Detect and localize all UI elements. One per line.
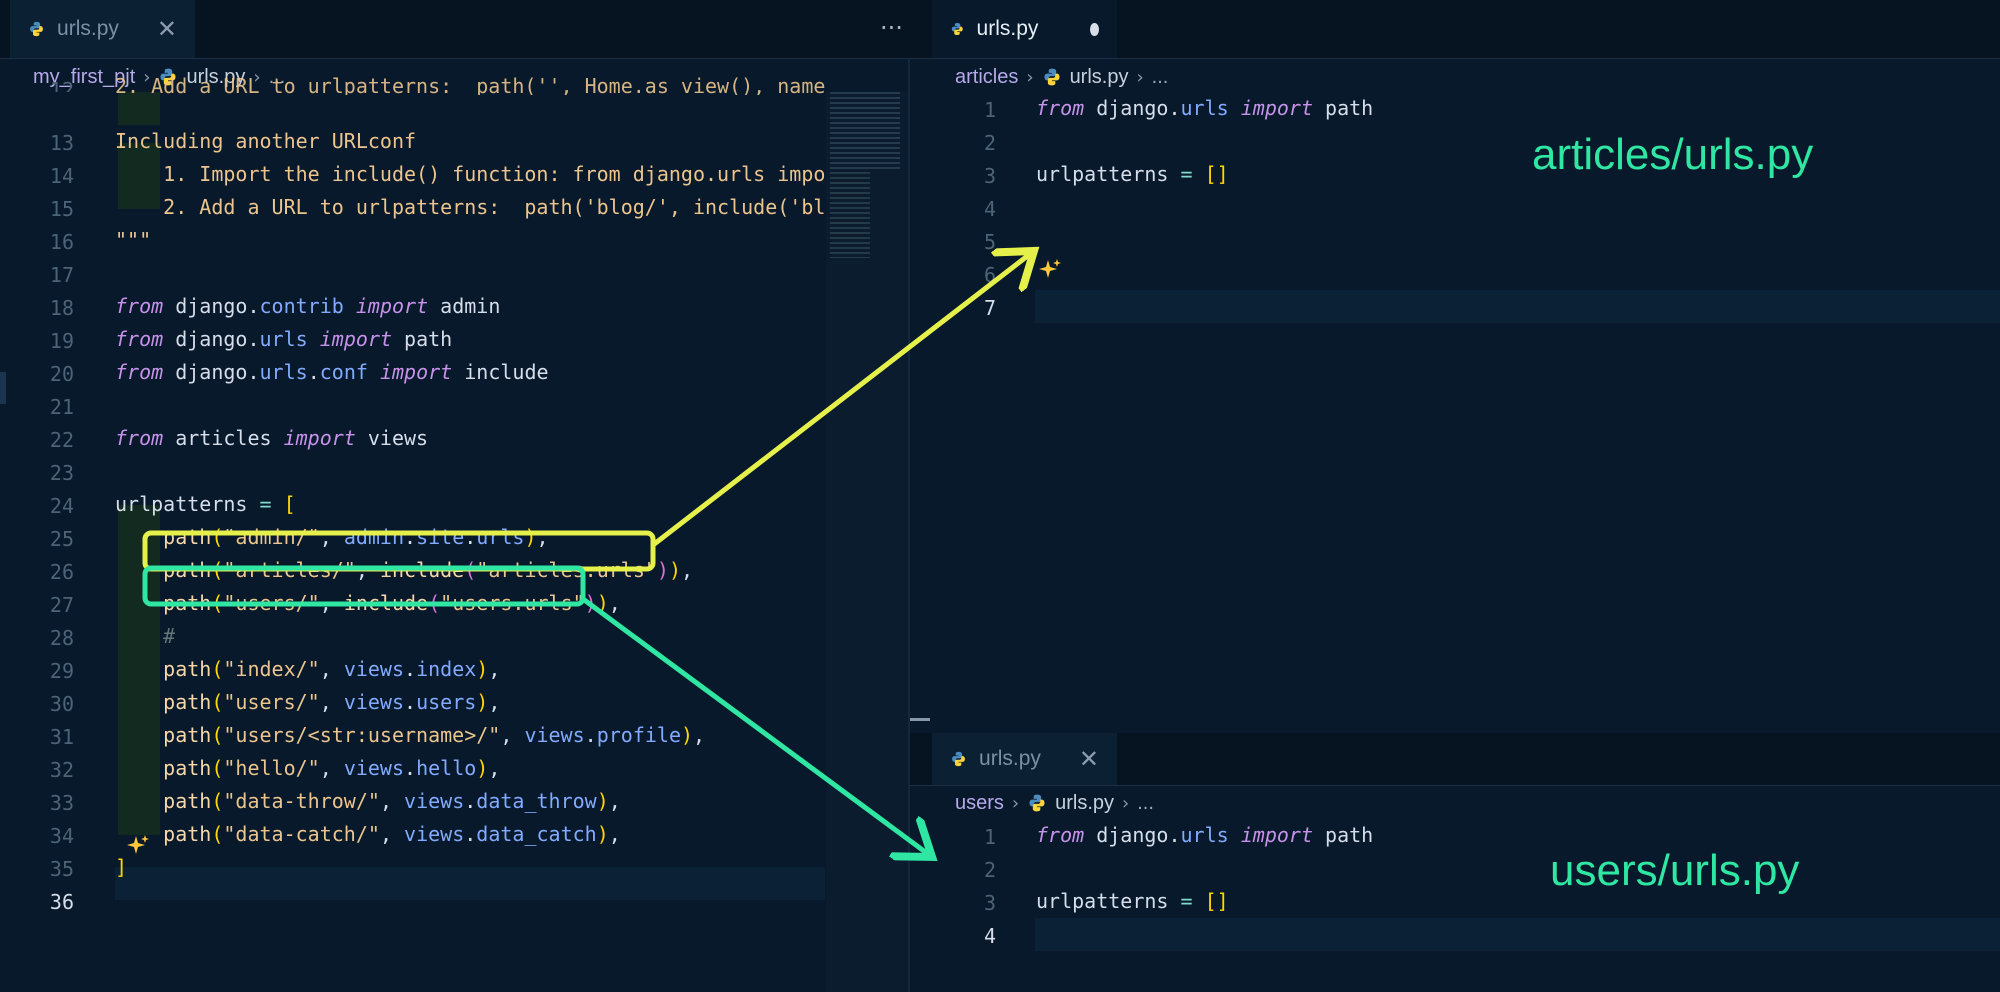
highlight-box-articles: [142, 530, 656, 572]
highlight-box-users: [142, 565, 586, 607]
annotation-overlay: [142, 0, 2000, 992]
arrow-to-users: [581, 596, 928, 854]
arrow-to-articles: [651, 254, 1030, 547]
